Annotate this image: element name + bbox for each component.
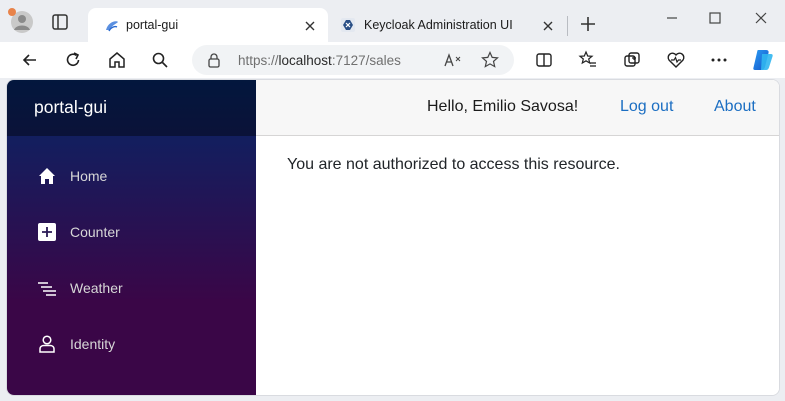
app-brand[interactable]: portal-gui [34,97,107,118]
nav-label: Weather [70,280,123,296]
copilot-icon[interactable] [751,48,775,72]
nav-item-weather[interactable]: Weather [37,273,237,303]
tab-keycloak[interactable]: Keycloak Administration UI [332,8,566,42]
about-link[interactable]: About [714,98,756,116]
person-icon [39,335,55,353]
read-aloud-icon[interactable] [444,52,462,68]
refresh-icon[interactable] [63,50,83,70]
sidebar: portal-gui Home Counter Weather Identity [7,80,256,395]
list-lines-icon [38,282,56,296]
close-tab-icon[interactable] [540,18,556,34]
tab-portal-gui[interactable]: portal-gui [88,8,328,42]
close-window-icon[interactable] [751,8,771,28]
nav-label: Counter [70,224,120,240]
search-icon[interactable] [150,50,170,70]
new-tab-icon[interactable] [578,14,598,34]
home-icon [39,168,55,184]
page-viewport: portal-gui Home Counter Weather Identity… [6,79,780,396]
split-screen-icon[interactable] [534,50,554,70]
plus-square-icon [38,223,56,241]
collections-icon[interactable] [622,50,642,70]
tab-strip: portal-gui Keycloak Administration UI [0,0,785,42]
tab-title: portal-gui [126,18,179,32]
profile-avatar[interactable] [8,8,34,34]
url-scheme: https:// [238,53,279,68]
minimize-icon[interactable] [662,8,682,28]
url-text: https://localhost:7127/sales [238,53,401,68]
keycloak-favicon-icon [341,18,355,32]
back-icon[interactable] [20,50,40,70]
browser-toolbar: https://localhost:7127/sales [0,42,785,78]
logout-link[interactable]: Log out [620,98,673,116]
nav-item-home[interactable]: Home [37,161,237,191]
nav-label: Identity [70,336,116,352]
top-row: Hello, Emilio Savosa! Log out About [256,80,779,136]
main-content: Hello, Emilio Savosa! Log out About You … [256,80,779,395]
nav-label: Home [70,168,108,184]
nav-item-counter[interactable]: Counter [37,217,237,247]
blazor-favicon-icon [106,21,118,32]
tab-actions-icon[interactable] [50,12,70,32]
nav-item-identity[interactable]: Identity [37,329,237,359]
user-greeting: Hello, Emilio Savosa! [427,98,579,115]
tab-title: Keycloak Administration UI [364,18,513,32]
notification-dot [8,8,16,16]
maximize-icon[interactable] [705,8,725,28]
close-tab-icon[interactable] [302,18,318,34]
favorites-list-icon[interactable] [578,50,598,70]
url-host: localhost [278,53,332,68]
brand-bar: portal-gui [7,80,256,136]
favorite-star-icon[interactable] [481,51,499,69]
url-path: :7127/sales [331,53,401,68]
unauthorized-message: You are not authorized to access this re… [287,156,620,173]
lock-icon[interactable] [206,52,222,68]
browser-essentials-icon[interactable] [666,50,686,70]
address-bar[interactable]: https://localhost:7127/sales [192,45,514,75]
home-browser-icon[interactable] [107,50,127,70]
tab-separator [567,16,568,36]
more-options-icon[interactable] [709,50,729,70]
